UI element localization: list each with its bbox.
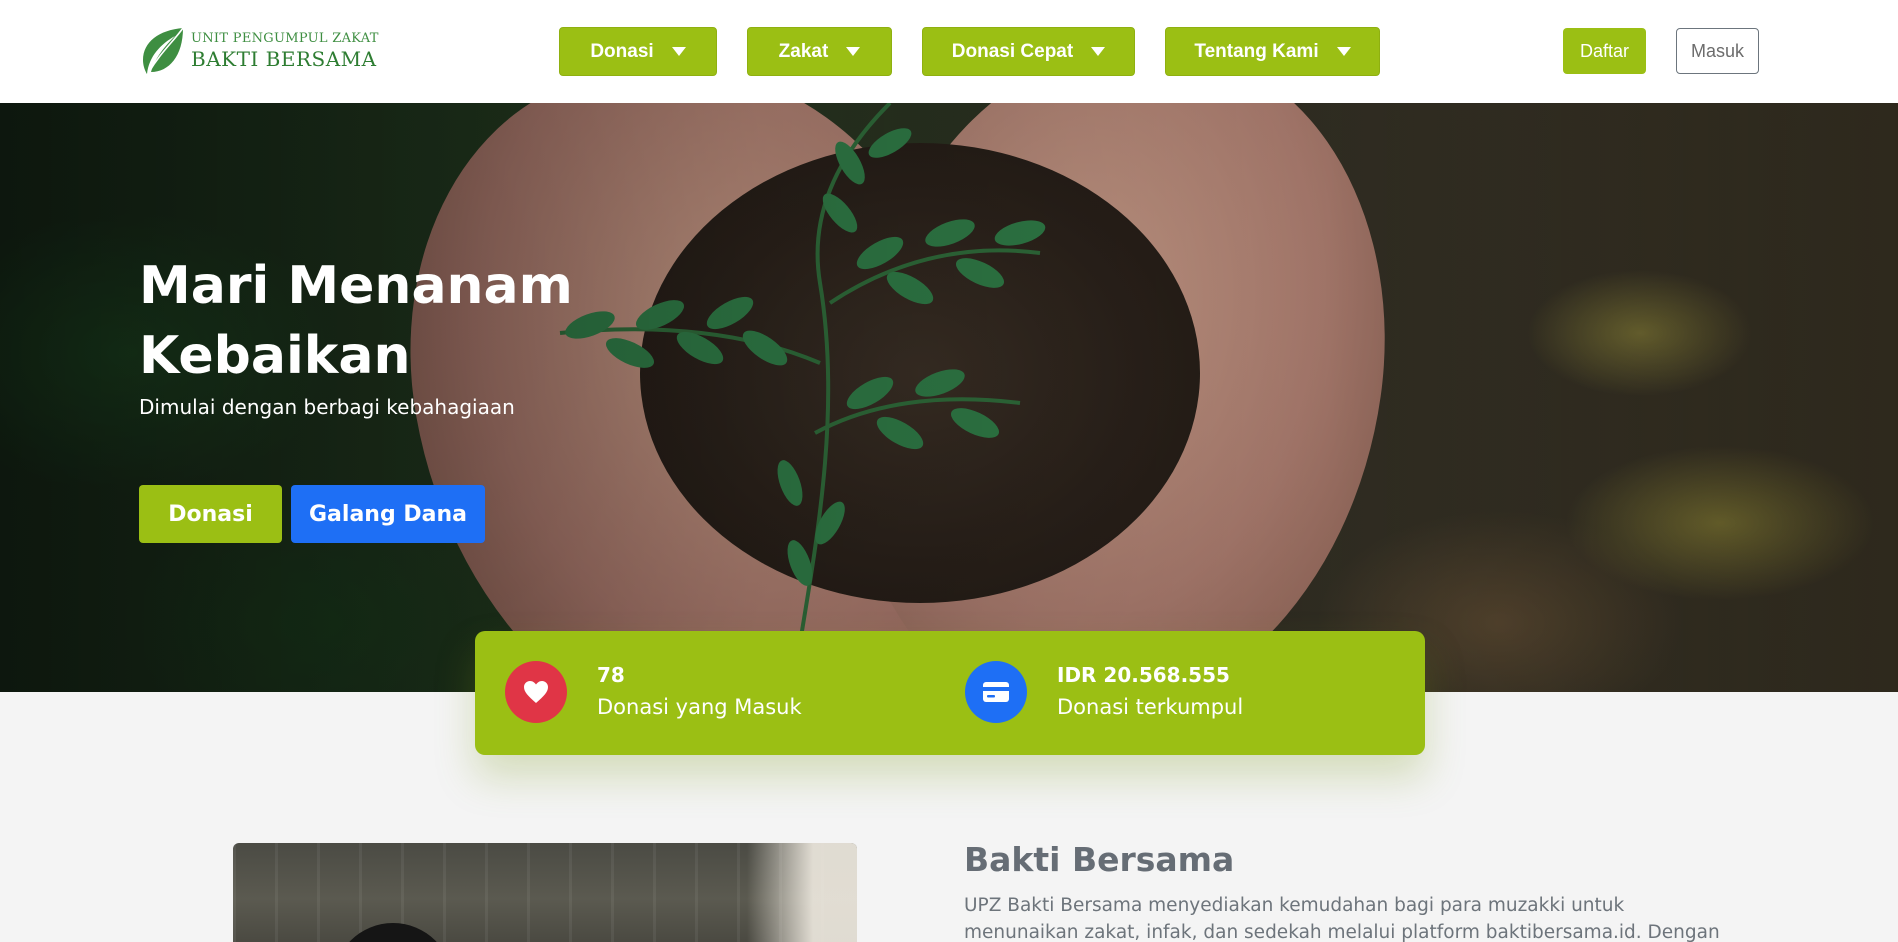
nav-zakat-dropdown[interactable]: Zakat [747,27,892,76]
hero-donate-button[interactable]: Donasi [139,485,282,543]
logo-name: BAKTI BERSAMA [191,47,377,71]
logo[interactable]: UNIT PENGUMPUL ZAKAT BAKTI BERSAMA [139,26,379,76]
register-button[interactable]: Daftar [1563,28,1646,74]
donations-amount: IDR 20.568.555 [1057,663,1230,687]
nav-tentang-kami-dropdown[interactable]: Tentang Kami [1165,27,1380,76]
leaf-logo-icon [143,27,184,74]
about-image [233,843,857,942]
nav-zakat-label: Zakat [778,40,829,62]
nav-donasi-dropdown[interactable]: Donasi [559,27,717,76]
donations-count: 78 [597,663,625,687]
caret-down-icon [846,47,861,56]
hero-title: Mari Menanam Kebaikan [139,256,573,386]
caret-down-icon [1336,47,1351,56]
hero-subtitle: Dimulai dengan berbagi kebahagiaan [139,395,515,419]
credit-card-icon [965,661,1027,723]
caret-down-icon [671,47,686,56]
nav-tentang-kami-label: Tentang Kami [1194,40,1319,62]
caret-down-icon [1091,47,1106,56]
donations-count-label: Donasi yang Masuk [597,695,802,719]
hero-fundraise-button[interactable]: Galang Dana [291,485,485,543]
donation-stats-card: 78 Donasi yang Masuk IDR 20.568.555 Dona… [475,631,1425,755]
heart-icon [505,661,567,723]
about-description: UPZ Bakti Bersama menyediakan kemudahan … [964,895,1720,942]
about-title: Bakti Bersama [964,840,1235,879]
donations-amount-label: Donasi terkumpul [1057,695,1244,719]
nav-donasi-label: Donasi [590,40,654,62]
logo-tagline: UNIT PENGUMPUL ZAKAT [191,31,379,46]
nav-donasi-cepat-dropdown[interactable]: Donasi Cepat [922,27,1135,76]
login-button[interactable]: Masuk [1676,28,1759,74]
navbar: UNIT PENGUMPUL ZAKAT BAKTI BERSAMA Donas… [0,0,1898,103]
nav-donasi-cepat-label: Donasi Cepat [951,40,1074,62]
hero-banner: Mari Menanam Kebaikan Dimulai dengan ber… [0,103,1898,692]
